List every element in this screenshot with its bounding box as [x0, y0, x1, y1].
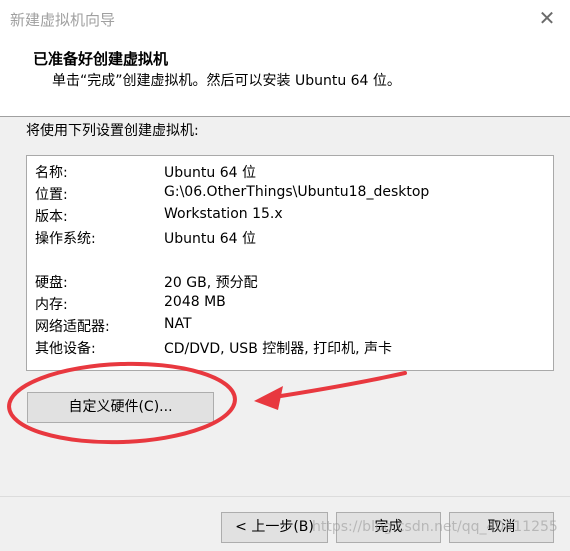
annotation-arrow-shaft: [266, 371, 407, 400]
annotation-circle: [7, 361, 237, 445]
annotation-arrow-head: [254, 386, 283, 410]
annotation-overlay: [7, 361, 407, 445]
footer-divider: [0, 496, 570, 497]
watermark: https://blog.csdn.net/qq_40411255: [312, 519, 558, 535]
